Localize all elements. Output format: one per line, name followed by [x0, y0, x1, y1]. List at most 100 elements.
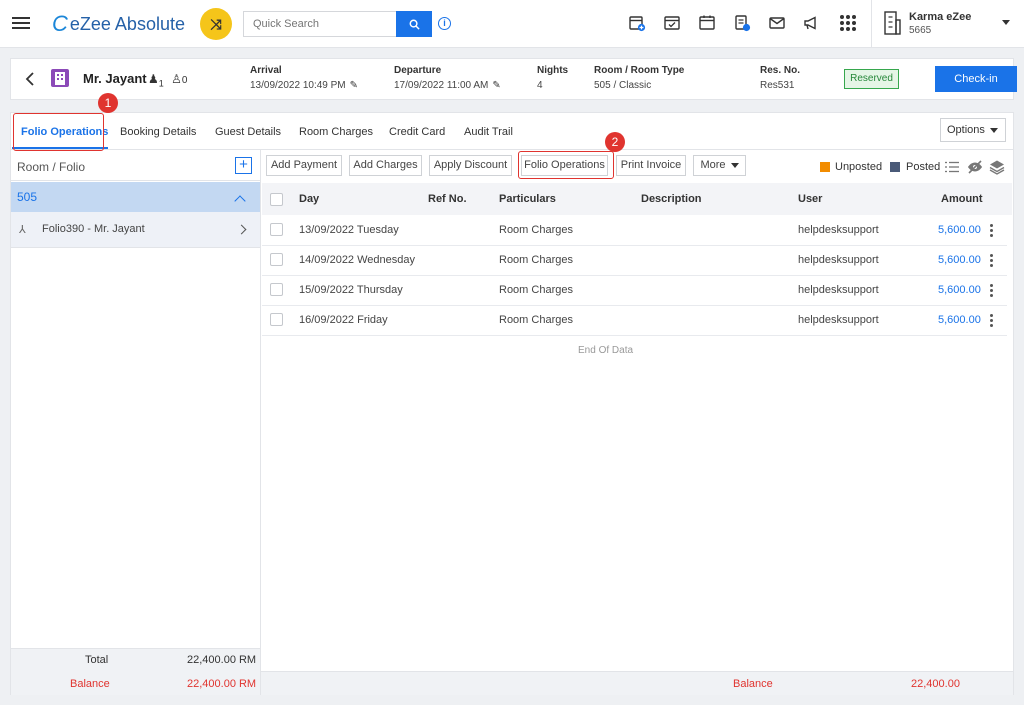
- apply-discount-button[interactable]: Apply Discount: [429, 155, 512, 176]
- tab-audit-trail[interactable]: Audit Trail: [464, 126, 513, 138]
- row-particulars: Room Charges: [499, 254, 573, 266]
- table-header: [262, 183, 1012, 215]
- shuffle-icon[interactable]: ⤨: [200, 8, 232, 40]
- guest-name: Mr. Jayant: [83, 71, 147, 86]
- child-icon: ♙: [171, 72, 182, 86]
- user-id: 5665: [909, 25, 932, 36]
- tab-guest-details[interactable]: Guest Details: [215, 126, 281, 138]
- more-dropdown[interactable]: More: [693, 155, 746, 176]
- calendar-icon[interactable]: [698, 14, 716, 32]
- back-arrow-icon[interactable]: [24, 70, 36, 88]
- posted-legend-swatch: [890, 162, 900, 172]
- column-header-amount: Amount: [941, 193, 983, 205]
- room-number[interactable]: 505: [17, 190, 37, 204]
- options-dropdown[interactable]: Options: [940, 118, 1006, 142]
- room-group[interactable]: [11, 182, 260, 212]
- row-particulars: Room Charges: [499, 224, 573, 236]
- highlight-box-1: [13, 113, 104, 151]
- column-header-ref-no: Ref No.: [428, 193, 467, 205]
- menu-icon[interactable]: [12, 14, 30, 32]
- calendar-add-icon[interactable]: [628, 14, 646, 32]
- arrival-label: Arrival: [250, 65, 282, 76]
- folio-label[interactable]: Folio390 - Mr. Jayant: [42, 223, 145, 235]
- status-badge: Reserved: [844, 69, 899, 89]
- nights-value: 4: [537, 80, 543, 91]
- apps-grid-icon[interactable]: [840, 15, 856, 31]
- column-header-user: User: [798, 193, 823, 205]
- unposted-legend-label: Unposted: [835, 161, 883, 173]
- total-label: Total: [85, 654, 109, 666]
- departure-label: Departure: [394, 65, 442, 76]
- row-particulars: Room Charges: [499, 314, 573, 326]
- row-user: helpdesksupport: [798, 284, 879, 296]
- room-type-value: 505 / Classic: [594, 80, 652, 91]
- arrival-value[interactable]: 13/09/2022 10:49 PM ✎: [250, 80, 358, 91]
- add-charges-button[interactable]: Add Charges: [349, 155, 422, 176]
- child-count: 0: [181, 75, 188, 86]
- res-no-label: Res. No.: [760, 65, 801, 76]
- caret-down-icon: [990, 128, 998, 133]
- row-amount[interactable]: 5,600.00: [938, 314, 981, 326]
- search-input[interactable]: [243, 11, 396, 37]
- calendar-check-icon[interactable]: [663, 14, 681, 32]
- search-icon: [409, 19, 420, 30]
- divider: [871, 0, 872, 48]
- row-day: 13/09/2022 Tuesday: [299, 224, 399, 236]
- info-icon[interactable]: i: [438, 17, 451, 30]
- pax-count: ♟1 ♙0: [148, 72, 187, 88]
- eye-off-icon[interactable]: [967, 159, 983, 175]
- departure-value[interactable]: 17/09/2022 11:00 AM ✎: [394, 80, 501, 91]
- edit-pencil-icon[interactable]: ✎: [350, 80, 358, 91]
- row-amount[interactable]: 5,600.00: [938, 284, 981, 296]
- pane-divider: [260, 150, 261, 695]
- row-checkbox[interactable]: [270, 283, 283, 296]
- highlight-box-2: [518, 151, 614, 179]
- posted-legend-label: Posted: [906, 161, 941, 173]
- row-kebab-icon[interactable]: [990, 224, 994, 238]
- building-icon: [884, 11, 901, 35]
- check-in-button[interactable]: Check-in: [935, 66, 1017, 92]
- add-folio-icon[interactable]: +: [235, 157, 252, 174]
- search-button[interactable]: [396, 11, 432, 37]
- divider: [10, 180, 260, 181]
- room-building-icon: [51, 69, 69, 87]
- row-checkbox[interactable]: [270, 223, 283, 236]
- row-user: helpdesksupport: [798, 254, 879, 266]
- edit-pencil-icon[interactable]: ✎: [492, 80, 500, 91]
- invoice-icon[interactable]: [733, 14, 751, 32]
- balance-value: 22,400.00 RM: [187, 678, 257, 690]
- step-marker-2: 2: [605, 132, 625, 152]
- row-amount[interactable]: 5,600.00: [938, 224, 981, 236]
- app-logo[interactable]: CeZee Absolute: [52, 10, 185, 38]
- row-checkbox[interactable]: [270, 253, 283, 266]
- column-header-day: Day: [299, 193, 320, 205]
- adult-count: 1: [158, 78, 164, 89]
- tab-booking-details[interactable]: Booking Details: [120, 126, 196, 138]
- folio-tree-icon: ⅄: [19, 224, 26, 236]
- tab-room-charges[interactable]: Room Charges: [299, 126, 373, 138]
- user-name[interactable]: Karma eZee: [909, 11, 971, 23]
- table-balance-value: 22,400.00: [911, 678, 960, 690]
- nights-label: Nights: [537, 65, 569, 76]
- add-payment-button[interactable]: Add Payment: [266, 155, 342, 176]
- megaphone-icon[interactable]: [802, 14, 820, 32]
- layers-icon[interactable]: [989, 159, 1005, 175]
- chevron-down-icon[interactable]: [1002, 20, 1010, 25]
- row-amount[interactable]: 5,600.00: [938, 254, 981, 266]
- row-checkbox[interactable]: [270, 313, 283, 326]
- tab-credit-card[interactable]: Credit Card: [389, 126, 445, 138]
- right-summary: [261, 671, 1013, 695]
- row-kebab-icon[interactable]: [990, 314, 994, 328]
- print-invoice-button[interactable]: Print Invoice: [616, 155, 686, 176]
- select-all-checkbox[interactable]: [270, 193, 283, 206]
- row-kebab-icon[interactable]: [990, 284, 994, 298]
- row-particulars: Room Charges: [499, 284, 573, 296]
- room-type-label: Room / Room Type: [594, 65, 685, 76]
- row-kebab-icon[interactable]: [990, 254, 994, 268]
- mail-icon[interactable]: [768, 14, 786, 32]
- row-day: 14/09/2022 Wednesday: [299, 254, 415, 266]
- total-value: 22,400.00 RM: [187, 654, 257, 666]
- tabs-divider: [10, 149, 1014, 150]
- row-day: 16/09/2022 Friday: [299, 314, 388, 326]
- list-icon[interactable]: [944, 159, 960, 175]
